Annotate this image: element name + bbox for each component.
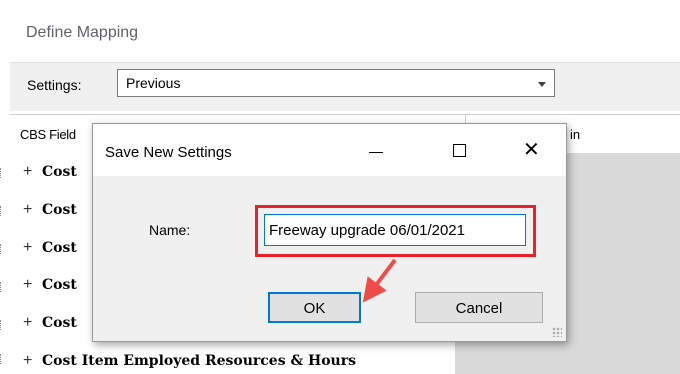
dialog-titlebar[interactable]: Save New Settings ✕ bbox=[93, 124, 566, 176]
minimize-button[interactable] bbox=[353, 134, 399, 168]
expand-icon[interactable]: + bbox=[23, 201, 32, 219]
row-edge-mark bbox=[0, 244, 5, 254]
settings-panel: Settings: Previous bbox=[10, 62, 680, 111]
define-mapping-window: Define Mapping Settings: Previous CBS Fi… bbox=[0, 0, 680, 374]
ok-button-label: OK bbox=[303, 300, 326, 317]
ok-button[interactable]: OK bbox=[268, 292, 361, 323]
expand-icon[interactable]: + bbox=[23, 314, 32, 332]
tree-row[interactable]: + Cost Item Employed Resources & Hours bbox=[10, 344, 455, 374]
row-edge-mark bbox=[0, 320, 5, 330]
tree-row-label: Cost bbox=[42, 164, 77, 180]
maximize-button[interactable] bbox=[437, 134, 483, 168]
row-edge-mark bbox=[0, 168, 5, 178]
cancel-button[interactable]: Cancel bbox=[415, 292, 543, 323]
settings-label: Settings: bbox=[27, 77, 82, 93]
tree-row-label: Cost bbox=[42, 315, 77, 331]
resize-grip-icon[interactable] bbox=[552, 327, 562, 337]
column-header-2[interactable]: in bbox=[570, 127, 580, 142]
tree-row-label: Cost bbox=[42, 240, 77, 256]
expand-icon[interactable]: + bbox=[23, 239, 32, 257]
expand-icon[interactable]: + bbox=[23, 352, 32, 370]
expand-icon[interactable]: + bbox=[23, 163, 32, 181]
chevron-down-icon bbox=[538, 82, 546, 87]
settings-dropdown-value: Previous bbox=[126, 75, 181, 91]
row-edge-mark bbox=[0, 282, 5, 292]
row-edge-mark bbox=[0, 206, 5, 216]
save-new-settings-dialog: Save New Settings ✕ Name: OK Cancel bbox=[92, 123, 567, 342]
window-title: Define Mapping bbox=[26, 24, 139, 41]
column-header-cbs-field[interactable]: CBS Field bbox=[20, 127, 76, 142]
close-icon: ✕ bbox=[523, 139, 540, 161]
name-input[interactable] bbox=[264, 214, 526, 246]
cancel-button-label: Cancel bbox=[455, 300, 503, 317]
tree-row-label: Cost Item Employed Resources & Hours bbox=[42, 353, 356, 369]
maximize-icon bbox=[453, 144, 466, 157]
name-label: Name: bbox=[149, 222, 191, 238]
tree-row-label: Cost bbox=[42, 202, 77, 218]
minimize-icon bbox=[369, 152, 383, 153]
tree-row-label: Cost bbox=[42, 277, 77, 293]
close-button[interactable]: ✕ bbox=[509, 134, 555, 168]
expand-icon[interactable]: + bbox=[23, 276, 32, 294]
settings-dropdown[interactable]: Previous bbox=[117, 69, 555, 97]
dialog-title: Save New Settings bbox=[105, 144, 232, 161]
row-edge-mark bbox=[0, 354, 5, 364]
